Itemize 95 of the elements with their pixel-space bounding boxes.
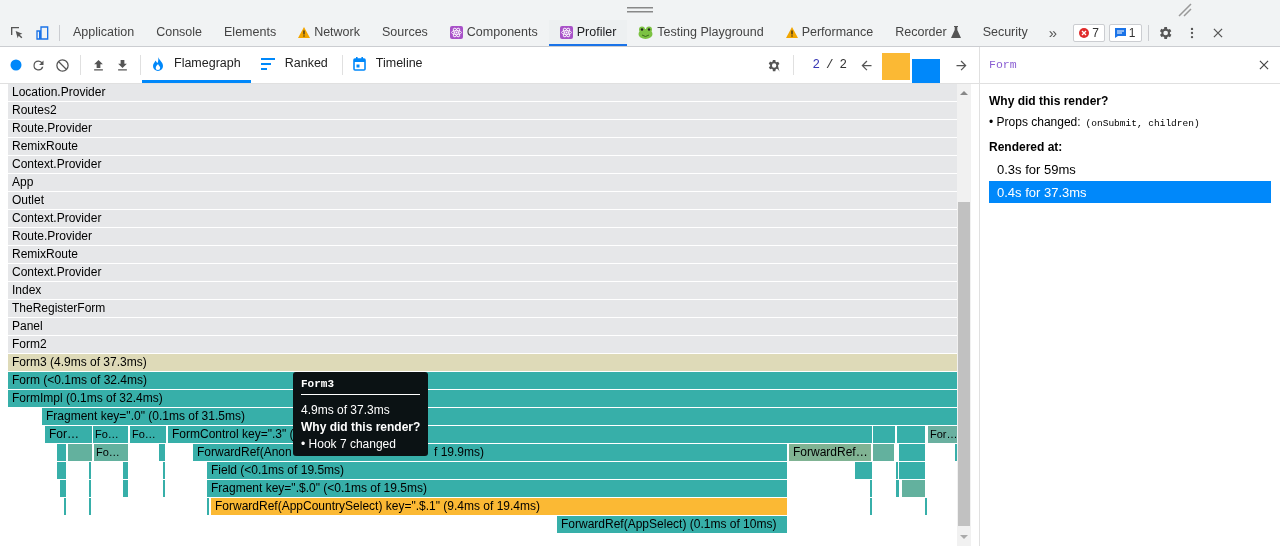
flame-bar[interactable]: TheRegisterForm bbox=[8, 300, 957, 317]
tooltip-title: Form3 bbox=[301, 377, 421, 395]
flame-bar[interactable] bbox=[896, 480, 899, 497]
panel-tab[interactable]: Application bbox=[62, 20, 146, 46]
panel-tab[interactable]: Network bbox=[287, 20, 371, 46]
flame-bar[interactable] bbox=[57, 444, 66, 461]
reload-icon[interactable] bbox=[31, 57, 46, 73]
flame-bar[interactable] bbox=[899, 462, 925, 479]
panel-tab[interactable]: Testing Playground bbox=[627, 20, 775, 46]
render-item[interactable]: 0.3s for 59ms bbox=[989, 158, 1271, 181]
flame-bar[interactable]: App bbox=[8, 174, 957, 191]
clear-icon[interactable] bbox=[55, 57, 70, 73]
scroll-down-icon[interactable] bbox=[960, 532, 968, 542]
commit-index: 2 bbox=[812, 56, 820, 74]
flame-bar[interactable]: Route.Provider bbox=[8, 228, 957, 245]
panel-tab[interactable]: Security bbox=[971, 20, 1039, 46]
calendar-icon bbox=[352, 56, 366, 71]
flame-bar[interactable]: Routes2 bbox=[8, 102, 957, 119]
warning-icon bbox=[298, 26, 311, 38]
scrollbar-thumb[interactable] bbox=[958, 202, 970, 526]
more-tabs-button[interactable]: » bbox=[1038, 20, 1068, 46]
flame-bar[interactable] bbox=[899, 426, 925, 443]
flame-bar[interactable]: Form2 bbox=[8, 336, 957, 353]
props-list: (onSubmit, children) bbox=[1085, 117, 1200, 132]
flame-bar[interactable]: Form3 (4.9ms of 37.3ms) bbox=[8, 354, 957, 371]
section-heading: Rendered at: bbox=[989, 139, 1064, 157]
view-tab[interactable]: Ranked bbox=[250, 47, 338, 83]
flame-bar[interactable] bbox=[873, 426, 895, 443]
upload-icon[interactable] bbox=[91, 57, 106, 73]
inspect-icon[interactable] bbox=[9, 25, 25, 41]
flame-bar[interactable]: RemixRoute bbox=[8, 138, 957, 155]
close-icon[interactable] bbox=[1257, 58, 1271, 72]
download-icon[interactable] bbox=[115, 57, 130, 73]
flame-bar[interactable]: For… bbox=[45, 426, 92, 443]
flame-bar[interactable] bbox=[899, 444, 925, 461]
resize-grip-icon[interactable] bbox=[1178, 3, 1192, 17]
commit-bar[interactable] bbox=[912, 59, 940, 83]
flame-bar[interactable] bbox=[123, 462, 128, 479]
flame-bar[interactable]: ForwardRef(AppSelect) (0.1ms of 10ms) bbox=[557, 516, 787, 533]
flame-bar[interactable] bbox=[159, 444, 165, 461]
flame-icon bbox=[152, 56, 164, 71]
flame-bar[interactable]: ForwardRef(AppCountrySelect) key=".$.1" (9.4ms of 19.4ms) bbox=[211, 498, 787, 515]
flame-bar[interactable]: Location.Provider bbox=[8, 84, 957, 101]
panel-tab[interactable]: Performance bbox=[774, 20, 885, 46]
error-icon bbox=[1079, 28, 1090, 38]
flame-bar[interactable] bbox=[855, 462, 872, 479]
panel-tab[interactable]: Components bbox=[438, 20, 549, 46]
flame-bar[interactable] bbox=[873, 444, 894, 461]
flame-bar[interactable] bbox=[68, 444, 92, 461]
settings-icon[interactable] bbox=[766, 57, 782, 73]
flame-bar[interactable]: Context.Provider bbox=[8, 210, 957, 227]
flame-bar[interactable] bbox=[60, 480, 66, 497]
scroll-up-icon[interactable] bbox=[960, 88, 968, 98]
commit-total: 2 bbox=[839, 56, 847, 74]
panel-tab[interactable]: Recorder bbox=[884, 20, 972, 46]
flame-bar[interactable]: Panel bbox=[8, 318, 957, 335]
warning-icon bbox=[785, 26, 798, 38]
react-icon bbox=[449, 25, 463, 39]
flame-bar[interactable]: RemixRoute bbox=[8, 246, 957, 263]
flame-bar[interactable] bbox=[123, 480, 128, 497]
flame-bar[interactable]: Route.Provider bbox=[8, 120, 957, 137]
flame-bar[interactable]: Fo… bbox=[130, 426, 166, 443]
message-icon bbox=[1114, 28, 1126, 38]
panel-tab[interactable]: Profiler bbox=[548, 20, 628, 46]
commit-separator: / bbox=[825, 56, 834, 74]
section-heading: Why did this render? bbox=[989, 93, 1110, 110]
panel-tab[interactable]: Elements bbox=[213, 20, 288, 46]
flame-bar[interactable] bbox=[902, 480, 925, 497]
commit-bar[interactable] bbox=[882, 53, 910, 83]
flame-bar[interactable]: Fragment key=".$.0" (<0.1ms of 19.5ms) bbox=[207, 480, 787, 497]
flame-bar[interactable] bbox=[57, 462, 66, 479]
flame-bar[interactable]: For… bbox=[928, 426, 957, 443]
flame-bar[interactable]: Context.Provider bbox=[8, 264, 957, 281]
component-name: Form bbox=[989, 57, 1017, 74]
render-item[interactable]: 0.4s for 37.3ms bbox=[989, 181, 1271, 204]
view-tab[interactable]: Timeline bbox=[342, 47, 433, 83]
flame-bar[interactable]: Fo… bbox=[93, 426, 128, 443]
flame-bar[interactable]: ForwardRef… bbox=[789, 444, 871, 461]
device-toggle-icon[interactable] bbox=[35, 25, 51, 41]
flame-bar[interactable]: Field (<0.1ms of 19.5ms) bbox=[207, 462, 787, 479]
errors-badge[interactable]: 7 bbox=[1073, 24, 1105, 42]
messages-badge[interactable]: 1 bbox=[1108, 24, 1142, 42]
panel-tab[interactable]: Sources bbox=[371, 20, 439, 46]
panel-tab[interactable]: Console bbox=[145, 20, 214, 46]
frog-icon bbox=[638, 25, 654, 39]
react-icon bbox=[559, 25, 573, 39]
drag-handle-icon[interactable] bbox=[627, 7, 653, 13]
flame-bar[interactable]: Context.Provider bbox=[8, 156, 957, 173]
record-icon[interactable] bbox=[10, 59, 22, 71]
flame-bar[interactable]: Fo… bbox=[94, 444, 128, 461]
flame-bar[interactable]: Index bbox=[8, 282, 957, 299]
ranked-icon bbox=[260, 57, 275, 70]
flask-icon bbox=[950, 26, 961, 38]
props-changed-label: • Props changed: bbox=[989, 114, 1081, 131]
flame-bar[interactable]: Outlet bbox=[8, 192, 957, 209]
